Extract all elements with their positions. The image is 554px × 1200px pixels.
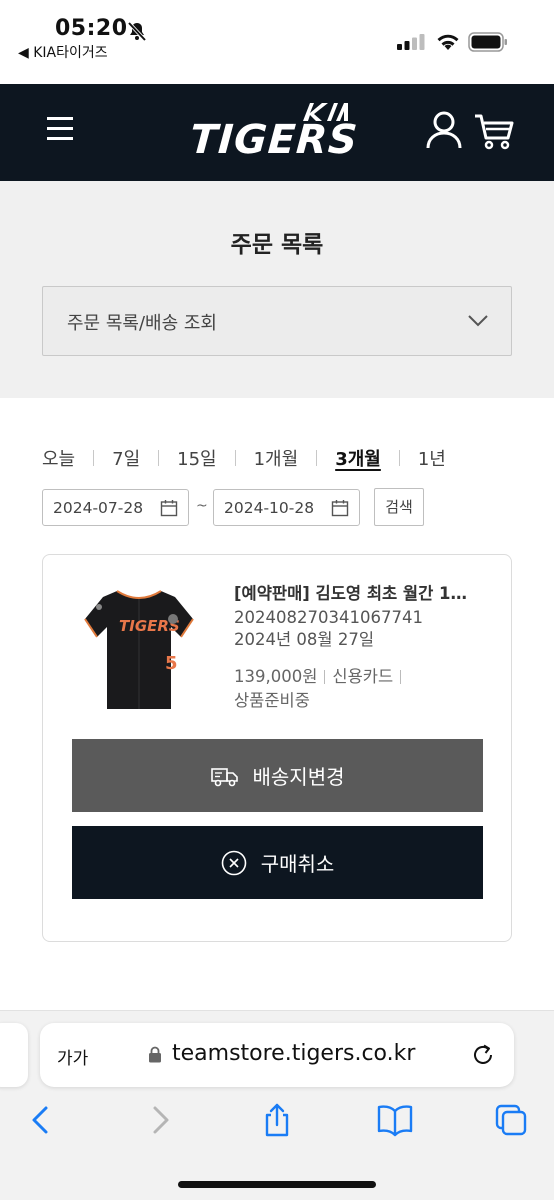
period-tab-today[interactable]: 오늘 bbox=[42, 445, 75, 471]
order-info: [예약판매] 김도영 최초 월간 1… 20240827034106774​1 … bbox=[234, 581, 484, 713]
end-date-input[interactable]: 2024-10-28 bbox=[213, 489, 360, 526]
divider bbox=[93, 450, 95, 466]
divider bbox=[234, 450, 236, 466]
divider bbox=[398, 450, 400, 466]
end-date-value: 2024-10-28 bbox=[224, 499, 315, 517]
status-time: 05:20 bbox=[55, 16, 128, 41]
calendar-icon bbox=[160, 500, 178, 517]
order-view-select[interactable]: 주문 목록/배송 조회 bbox=[42, 286, 512, 356]
lock-icon bbox=[149, 1046, 161, 1063]
period-tab-1month[interactable]: 1개월 bbox=[254, 445, 299, 471]
user-icon[interactable] bbox=[425, 110, 463, 150]
previous-tab-peek[interactable] bbox=[0, 1023, 28, 1087]
period-tab-3months[interactable]: 3개월 bbox=[335, 445, 381, 471]
divider bbox=[158, 450, 160, 466]
cancel-order-button[interactable]: 구매취소 bbox=[72, 826, 483, 899]
menu-icon[interactable] bbox=[47, 117, 73, 141]
bookmarks-icon[interactable] bbox=[376, 1103, 414, 1137]
search-button[interactable]: 검색 bbox=[374, 488, 424, 526]
browser-toolbar: 가가 teamstore.tigers.co.kr bbox=[0, 1010, 554, 1200]
back-to-app-link[interactable]: ◀ KIA타이거즈 bbox=[18, 42, 108, 62]
divider bbox=[324, 670, 326, 684]
cancel-order-label: 구매취소 bbox=[260, 852, 335, 876]
jersey-number: 5 bbox=[165, 653, 178, 674]
battery-icon bbox=[468, 32, 507, 52]
url-text[interactable]: teamstore.tigers.co.kr bbox=[172, 1041, 415, 1066]
title-section: 주문 목록 주문 목록/배송 조회 bbox=[0, 181, 554, 398]
period-tab-15days[interactable]: 15일 bbox=[177, 445, 216, 471]
product-name[interactable]: [예약판매] 김도영 최초 월간 1… bbox=[234, 581, 484, 607]
payment-method: 신용카드 bbox=[332, 667, 394, 686]
order-status: 상품준비중 bbox=[234, 691, 310, 710]
price-line: 139,000원 신용카드 bbox=[234, 665, 484, 689]
reload-icon[interactable] bbox=[470, 1042, 496, 1068]
period-tab-1year[interactable]: 1년 bbox=[418, 445, 446, 471]
back-icon[interactable] bbox=[24, 1103, 58, 1137]
tigers-logo[interactable]: TIGERS bbox=[188, 99, 360, 169]
silent-bell-icon bbox=[127, 21, 147, 42]
divider bbox=[316, 450, 318, 466]
period-tab-7days[interactable]: 7일 bbox=[112, 445, 140, 471]
product-image[interactable]: TIGERS 5 bbox=[79, 579, 199, 719]
change-address-button[interactable]: 배송지변경 bbox=[72, 739, 483, 812]
cart-icon[interactable] bbox=[473, 112, 515, 150]
wifi-icon bbox=[437, 34, 459, 50]
select-label: 주문 목록/배송 조회 bbox=[67, 313, 217, 334]
start-date-value: 2024-07-28 bbox=[53, 499, 144, 517]
delivery-truck-icon bbox=[210, 767, 238, 786]
logo-wordmark: TIGERS bbox=[188, 117, 360, 163]
change-address-label: 배송지변경 bbox=[252, 765, 345, 789]
address-bar[interactable]: 가가 teamstore.tigers.co.kr bbox=[40, 1023, 514, 1087]
site-header: TIGERS bbox=[0, 84, 554, 181]
date-separator: ~ bbox=[196, 498, 208, 514]
start-date-input[interactable]: 2024-07-28 bbox=[42, 489, 189, 526]
period-tabs: 오늘 7일 15일 1개월 3개월 1년 bbox=[42, 445, 446, 471]
status-bar: 05:20 ◀ KIA타이거즈 bbox=[0, 0, 554, 84]
order-number: 20240827034106774​1 bbox=[234, 608, 423, 627]
share-icon[interactable] bbox=[260, 1103, 294, 1137]
order-card: TIGERS 5 [예약판매] 김도영 최초 월간 1… 20240827034… bbox=[42, 554, 512, 942]
text-size-button[interactable]: 가가 bbox=[57, 1044, 88, 1069]
order-date: 2024년 08월 27일 bbox=[234, 630, 375, 649]
close-circle-icon bbox=[221, 850, 246, 875]
home-indicator bbox=[178, 1181, 376, 1188]
page-title: 주문 목록 bbox=[230, 232, 324, 258]
tabs-icon[interactable] bbox=[494, 1103, 528, 1137]
cellular-signal-icon bbox=[397, 34, 425, 50]
forward-icon[interactable] bbox=[143, 1103, 177, 1137]
chevron-down-icon bbox=[468, 315, 488, 327]
divider bbox=[400, 670, 402, 684]
calendar-icon bbox=[331, 500, 349, 517]
order-price: 139,000원 bbox=[234, 667, 318, 686]
